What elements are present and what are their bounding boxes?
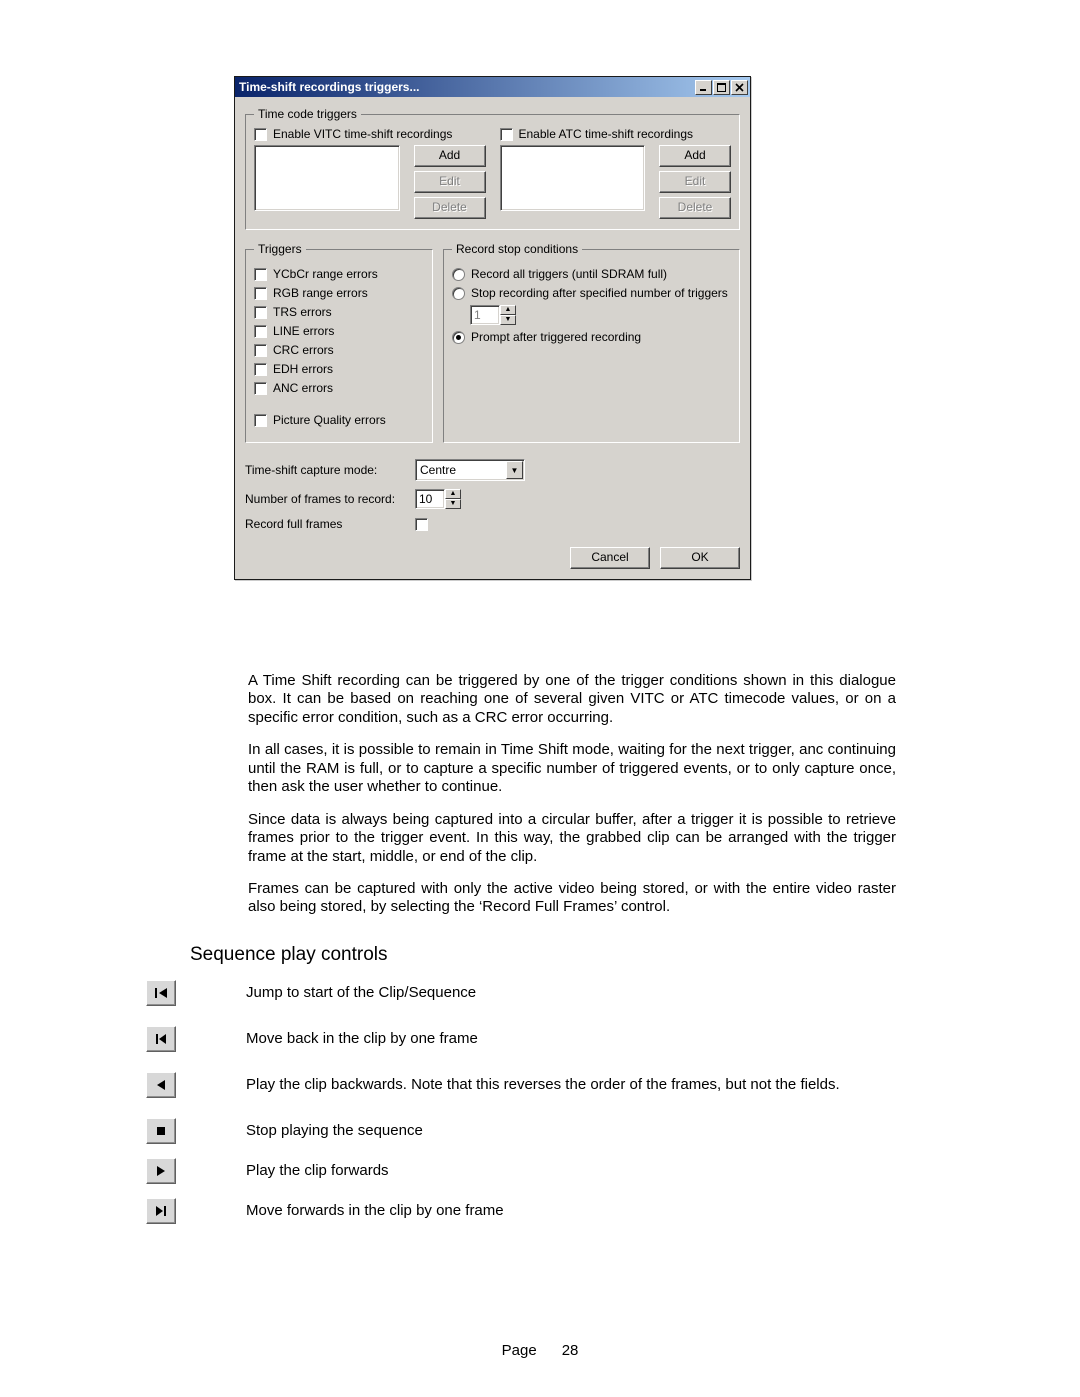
capture-mode-dropdown[interactable]: Centre ▼ bbox=[415, 459, 525, 481]
controls-list: Jump to start of the Clip/Sequence Move … bbox=[146, 980, 896, 1244]
time-shift-dialog: Time-shift recordings triggers... Time c… bbox=[234, 76, 751, 580]
control-row: Play the clip forwards bbox=[146, 1158, 896, 1184]
stop-radio-all-label: Record all triggers (until SDRAM full) bbox=[471, 267, 667, 281]
trigger-checkbox[interactable] bbox=[254, 414, 267, 427]
trigger-checkbox[interactable] bbox=[254, 287, 267, 300]
trigger-label: TRS errors bbox=[273, 305, 332, 319]
capture-mode-value: Centre bbox=[416, 463, 505, 477]
trigger-label: LINE errors bbox=[273, 324, 334, 338]
stop-number-input[interactable]: 1 bbox=[470, 305, 500, 325]
chevron-down-icon[interactable]: ▼ bbox=[506, 461, 523, 479]
trigger-checkbox[interactable] bbox=[254, 363, 267, 376]
enable-atc-label: Enable ATC time-shift recordings bbox=[519, 127, 694, 141]
timecode-triggers-legend: Time code triggers bbox=[254, 107, 361, 121]
stop-icon[interactable] bbox=[146, 1118, 176, 1144]
dialog-title: Time-shift recordings triggers... bbox=[239, 80, 694, 94]
stop-conditions-legend: Record stop conditions bbox=[452, 242, 582, 256]
stop-conditions-group: Record stop conditions Record all trigge… bbox=[443, 242, 740, 443]
minimize-button[interactable] bbox=[695, 80, 712, 95]
step-fwd-icon[interactable] bbox=[146, 1198, 176, 1224]
enable-vitc-checkbox[interactable] bbox=[254, 128, 267, 141]
full-frames-checkbox[interactable] bbox=[415, 518, 428, 531]
stop-radio-num-label: Stop recording after specified number of… bbox=[471, 286, 728, 300]
control-row: Move back in the clip by one frame bbox=[146, 1026, 896, 1052]
maximize-button[interactable] bbox=[713, 80, 730, 95]
capture-mode-label: Time-shift capture mode: bbox=[245, 463, 415, 477]
control-desc: Jump to start of the Clip/Sequence bbox=[246, 983, 476, 1003]
timecode-triggers-group: Time code triggers Enable VITC time-shif… bbox=[245, 107, 740, 230]
trigger-label: EDH errors bbox=[273, 362, 333, 376]
section-heading: Sequence play controls bbox=[190, 944, 388, 966]
control-row: Move forwards in the clip by one frame bbox=[146, 1198, 896, 1224]
control-desc: Move back in the clip by one frame bbox=[246, 1029, 478, 1049]
step-back-icon[interactable] bbox=[146, 1026, 176, 1052]
cancel-button[interactable]: Cancel bbox=[570, 547, 650, 569]
trigger-checkbox[interactable] bbox=[254, 268, 267, 281]
spin-up-icon[interactable]: ▲ bbox=[500, 305, 516, 315]
control-row: Jump to start of the Clip/Sequence bbox=[146, 980, 896, 1006]
stop-radio-all[interactable] bbox=[452, 268, 465, 281]
document-text: A Time Shift recording can be triggered … bbox=[248, 672, 896, 931]
control-row: Play the clip backwards. Note that this … bbox=[146, 1072, 896, 1098]
enable-vitc-label: Enable VITC time-shift recordings bbox=[273, 127, 452, 141]
paragraph: A Time Shift recording can be triggered … bbox=[248, 672, 896, 727]
control-desc: Move forwards in the clip by one frame bbox=[246, 1201, 504, 1221]
stop-radio-prompt-label: Prompt after triggered recording bbox=[471, 330, 641, 344]
full-frames-label: Record full frames bbox=[245, 517, 415, 531]
atc-edit-button[interactable]: Edit bbox=[659, 171, 731, 193]
dialog-titlebar: Time-shift recordings triggers... bbox=[235, 77, 750, 97]
play-back-icon[interactable] bbox=[146, 1072, 176, 1098]
frames-label: Number of frames to record: bbox=[245, 492, 415, 506]
trigger-checkbox[interactable] bbox=[254, 325, 267, 338]
vitc-edit-button[interactable]: Edit bbox=[414, 171, 486, 193]
frames-spinner[interactable]: 10 ▲ ▼ bbox=[415, 489, 461, 509]
skip-start-icon[interactable] bbox=[146, 980, 176, 1006]
trigger-label: YCbCr range errors bbox=[273, 267, 378, 281]
trigger-checkbox[interactable] bbox=[254, 382, 267, 395]
stop-radio-num[interactable] bbox=[452, 287, 465, 300]
frames-input[interactable]: 10 bbox=[415, 489, 445, 509]
triggers-legend: Triggers bbox=[254, 242, 306, 256]
trigger-label: Picture Quality errors bbox=[273, 413, 386, 427]
spin-down-icon[interactable]: ▼ bbox=[500, 315, 516, 325]
control-desc: Play the clip forwards bbox=[246, 1161, 389, 1181]
enable-atc-checkbox[interactable] bbox=[500, 128, 513, 141]
triggers-group: Triggers YCbCr range errors RGB range er… bbox=[245, 242, 433, 443]
paragraph: In all cases, it is possible to remain i… bbox=[248, 741, 896, 796]
vitc-listbox[interactable] bbox=[254, 145, 400, 211]
spin-up-icon[interactable]: ▲ bbox=[445, 489, 461, 499]
trigger-checkbox[interactable] bbox=[254, 306, 267, 319]
stop-number-spinner[interactable]: 1 ▲ ▼ bbox=[470, 305, 516, 325]
spin-down-icon[interactable]: ▼ bbox=[445, 499, 461, 509]
control-row: Stop playing the sequence bbox=[146, 1118, 896, 1144]
trigger-checkbox[interactable] bbox=[254, 344, 267, 357]
control-desc: Play the clip backwards. Note that this … bbox=[246, 1075, 840, 1095]
close-button[interactable] bbox=[731, 80, 748, 95]
trigger-label: RGB range errors bbox=[273, 286, 368, 300]
paragraph: Frames can be captured with only the act… bbox=[248, 880, 896, 917]
page-number: Page 28 bbox=[0, 1342, 1080, 1359]
vitc-delete-button[interactable]: Delete bbox=[414, 197, 486, 219]
atc-add-button[interactable]: Add bbox=[659, 145, 731, 167]
play-fwd-icon[interactable] bbox=[146, 1158, 176, 1184]
stop-radio-prompt[interactable] bbox=[452, 331, 465, 344]
atc-delete-button[interactable]: Delete bbox=[659, 197, 731, 219]
vitc-add-button[interactable]: Add bbox=[414, 145, 486, 167]
control-desc: Stop playing the sequence bbox=[246, 1121, 423, 1141]
trigger-label: ANC errors bbox=[273, 381, 333, 395]
atc-listbox[interactable] bbox=[500, 145, 646, 211]
trigger-label: CRC errors bbox=[273, 343, 334, 357]
ok-button[interactable]: OK bbox=[660, 547, 740, 569]
paragraph: Since data is always being captured into… bbox=[248, 811, 896, 866]
